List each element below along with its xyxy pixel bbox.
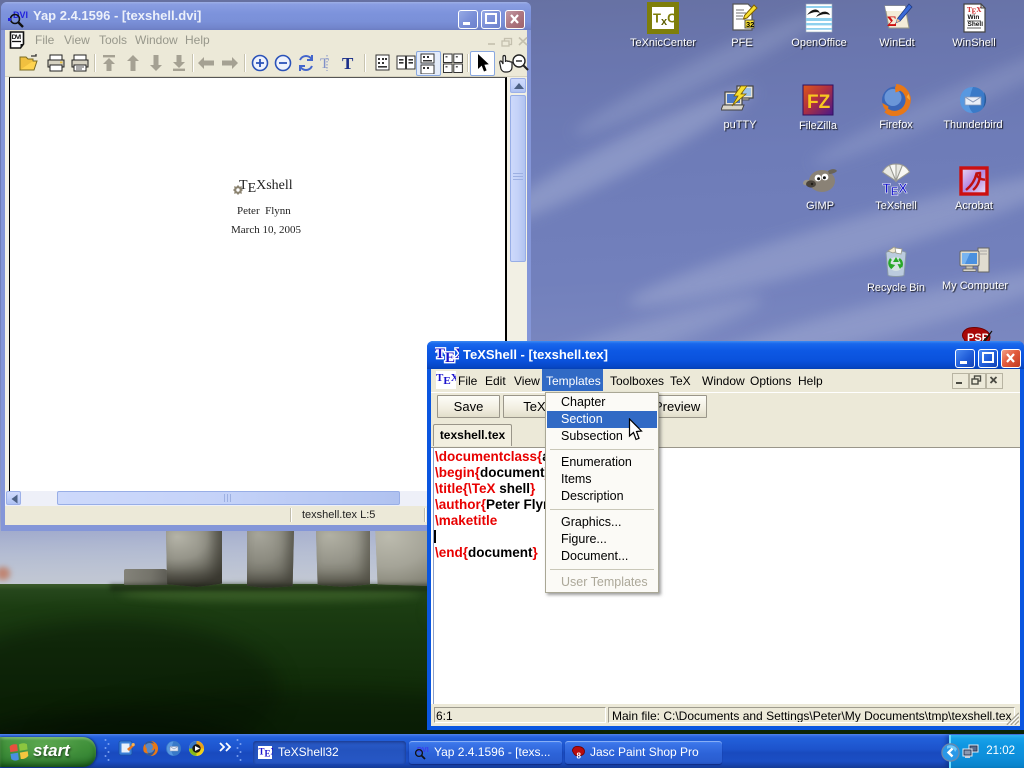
svg-text:T: T (320, 56, 329, 72)
svg-text:DVI: DVI (12, 34, 22, 41)
svg-text:Win: Win (968, 14, 980, 21)
svg-text:8: 8 (577, 752, 582, 761)
svg-text:FZ: FZ (807, 92, 831, 113)
svg-text:T: T (342, 54, 354, 73)
svg-text:TEX: TEX (883, 181, 908, 197)
svg-text:Σ: Σ (887, 14, 897, 30)
svg-text:32: 32 (746, 20, 754, 29)
svg-text:TEX: TEX (435, 346, 459, 366)
svg-text:Shell: Shell (968, 21, 984, 28)
